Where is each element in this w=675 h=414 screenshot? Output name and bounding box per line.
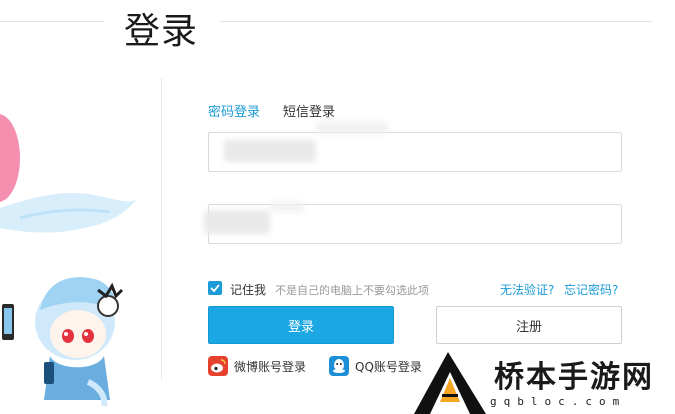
login-page: 登录 密码登录 短信登录 记住我 不是自己的电脑上不要勾选此项 无法验证? 忘记… — [0, 0, 675, 414]
qq-icon — [329, 356, 349, 376]
mascot-illustration — [0, 114, 136, 407]
weibo-login-button[interactable]: 微博账号登录 — [208, 356, 306, 376]
account-redaction-smear — [316, 122, 388, 134]
header-divider-right — [220, 21, 652, 22]
weibo-login-label: 微博账号登录 — [234, 359, 307, 374]
checkmark-icon — [210, 284, 220, 293]
account-value-redacted — [224, 140, 316, 162]
watermark-name: 桥本手游网 — [494, 360, 654, 395]
qq-login-button[interactable]: QQ账号登录 — [329, 356, 422, 376]
remember-checkbox[interactable] — [208, 281, 222, 295]
watermark-domain: gqbloc.com — [490, 395, 627, 408]
remember-label[interactable]: 记住我 — [230, 281, 266, 298]
forgot-password-link[interactable]: 忘记密码? — [564, 281, 618, 298]
register-button[interactable]: 注册 — [436, 306, 622, 344]
tab-sms-login[interactable]: 短信登录 — [283, 101, 335, 120]
password-value-redacted — [204, 210, 270, 234]
tab-password-login[interactable]: 密码登录 — [208, 101, 260, 120]
cant-verify-link[interactable]: 无法验证? — [500, 281, 554, 298]
login-button[interactable]: 登录 — [208, 306, 394, 344]
header-divider-left — [0, 21, 104, 22]
password-redaction-smear — [270, 202, 304, 212]
remember-hint: 不是自己的电脑上不要勾选此项 — [275, 284, 429, 297]
page-title: 登录 — [124, 11, 199, 52]
form-divider — [161, 78, 162, 380]
weibo-icon — [208, 356, 228, 376]
